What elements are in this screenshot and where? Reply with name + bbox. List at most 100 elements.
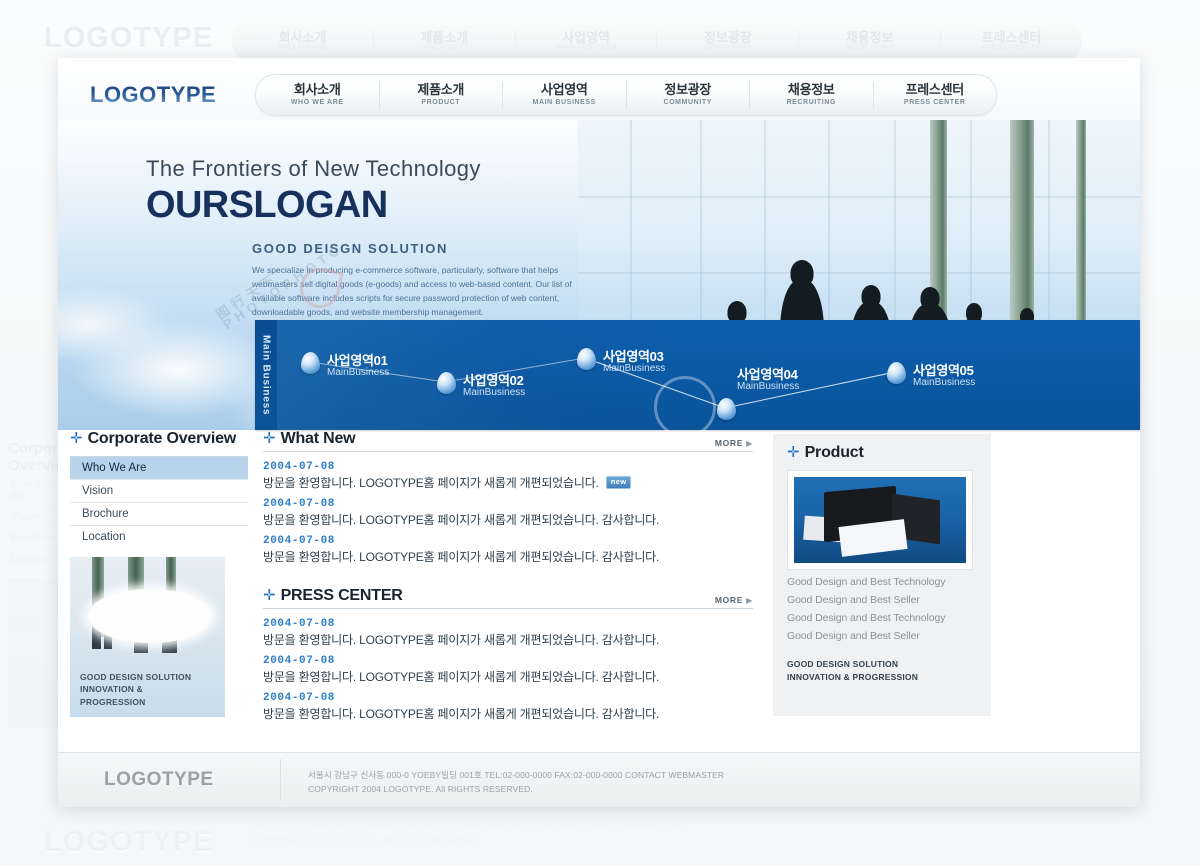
- watermark-footer: 서울시 강남구 신사동 000-0 YOEBY빌딩 001호 TEL:02-00…: [44, 820, 874, 856]
- item-line: 방문을 환영합니다. LOGOTYPE홈 페이지가 새롭게 개편되었습니다. 감…: [263, 631, 753, 648]
- nav-label-en: PRESS CENTER: [903, 99, 966, 107]
- business-node-label-en: MainBusiness: [463, 387, 526, 398]
- watermark-nav-kr: 프레스센터: [981, 29, 1042, 45]
- product-line[interactable]: Good Design and Best Seller: [787, 630, 977, 642]
- list-item[interactable]: 2004-07-08 방문을 환영합니다. LOGOTYPE홈 페이지가 새롭게…: [263, 655, 753, 685]
- product-line[interactable]: Good Design and Best Technology: [787, 612, 977, 624]
- watermark-nav-kr: 제품소개: [420, 29, 469, 45]
- product-panel: ✛ Product Good Design and Best Technolog…: [773, 434, 991, 716]
- list-item[interactable]: 2004-07-08 방문을 환영합니다. LOGOTYPE홈 페이지가 새롭게…: [263, 535, 753, 565]
- nav-label-en: WHO WE ARE: [290, 99, 344, 107]
- product-heading: ✛ Product: [787, 444, 977, 462]
- watermark-nav-item: 회사소개 WHO WE ARE: [232, 30, 374, 52]
- watermark-nav-en: MAIN BUSINESS: [555, 44, 617, 52]
- product-caption-line1: GOOD DESIGN SOLUTION: [787, 659, 899, 669]
- footer-address-line: 서울시 강남구 신사동 000-0 YOEBY빌딩 001호 TEL:02-00…: [308, 770, 725, 780]
- product-caption-line2: INNOVATION & PROGRESSION: [787, 671, 919, 682]
- press-center-title: PRESS CENTER: [280, 587, 403, 604]
- what-new-list: 2004-07-08 방문을 환영합니다. LOGOTYPE홈 페이지가 새롭게…: [263, 461, 753, 565]
- droplet-icon: [437, 372, 456, 394]
- corporate-overview-panel: ✛ Corporate Overview Who We Are Vision B…: [70, 430, 248, 717]
- nav-item-recruiting[interactable]: 채용정보 RECRUITING: [750, 81, 874, 109]
- corporate-overview-title: Corporate Overview: [87, 430, 237, 447]
- hero-description: We specialize in producing e-commerce so…: [252, 265, 572, 318]
- main-navigation: 회사소개 WHO WE ARE 제품소개 PRODUCT 사업영역 MAIN B…: [255, 74, 997, 116]
- droplet-icon: [717, 398, 736, 420]
- nav-label-kr: 사업영역: [540, 82, 588, 97]
- website-mockup-card: LOGOTYPE 회사소개 WHO WE ARE 제품소개 PRODUCT 사업…: [58, 58, 1140, 807]
- nav-item-product[interactable]: 제품소개 PRODUCT: [380, 81, 503, 109]
- main-business-label: Main Business: [255, 320, 277, 430]
- promo-caption-line3: PROGRESSION: [80, 696, 146, 707]
- watermark-nav-item: 정보광장 COMMUNITY: [657, 29, 800, 52]
- list-item[interactable]: 2004-07-08 방문을 환영합니다. LOGOTYPE홈 페이지가 새롭게…: [263, 498, 753, 528]
- press-center-heading: ✛ PRESS CENTER: [263, 587, 403, 605]
- nav-label-kr: 정보광장: [664, 82, 712, 97]
- nav-item-main-business[interactable]: 사업영역 MAIN BUSINESS: [503, 81, 627, 109]
- nav-item-who-we-are[interactable]: 회사소개 WHO WE ARE: [256, 81, 380, 109]
- plus-icon: ✛: [263, 430, 276, 447]
- promo-caption-line1: GOOD DESIGN SOLUTION: [80, 672, 192, 683]
- promo-caption: GOOD DESIGN SOLUTION INNOVATION & PROGRE…: [80, 671, 191, 708]
- chevron-right-icon: ▶: [746, 438, 753, 448]
- footer-logo: LOGOTYPE: [104, 769, 214, 790]
- product-image[interactable]: [787, 470, 973, 570]
- nav-item-community[interactable]: 정보광장 COMMUNITY: [627, 81, 750, 109]
- press-center-header: ✛ PRESS CENTER MORE ▶: [263, 587, 753, 609]
- item-date: 2004-07-08: [263, 655, 336, 667]
- corporate-overview-menu: Who We Are Vision Brochure Location: [70, 456, 248, 548]
- product-line[interactable]: Good Design and Best Technology: [787, 576, 977, 588]
- corporate-overview-heading: ✛ Corporate Overview: [70, 430, 248, 448]
- item-date: 2004-07-08: [263, 461, 336, 473]
- press-center-board: ✛ PRESS CENTER MORE ▶ 2004-07-08 방문을 환영합…: [263, 587, 753, 722]
- product-line[interactable]: Good Design and Best Seller: [787, 594, 977, 606]
- droplet-icon: [577, 348, 596, 370]
- watermark-nav-en: PRESS CENTER: [981, 44, 1042, 52]
- watermark-footer-divider: [200, 822, 201, 856]
- list-item[interactable]: 2004-07-08 방문을 환영합니다. LOGOTYPE홈 페이지가 새롭게…: [263, 692, 753, 722]
- press-center-list: 2004-07-08 방문을 환영합니다. LOGOTYPE홈 페이지가 새롭게…: [263, 618, 753, 722]
- press-center-more-link[interactable]: MORE ▶: [715, 595, 753, 605]
- product-title: Product: [804, 444, 864, 461]
- new-badge: new: [605, 476, 632, 489]
- droplet-icon: [887, 362, 906, 384]
- item-text: 방문을 환영합니다. LOGOTYPE홈 페이지가 새롭게 개편되었습니다. 감…: [263, 707, 660, 721]
- list-item[interactable]: 2004-07-08 방문을 환영합니다. LOGOTYPE홈 페이지가 새롭게…: [263, 618, 753, 648]
- item-text: 방문을 환영합니다. LOGOTYPE홈 페이지가 새롭게 개편되었습니다.: [263, 476, 599, 490]
- chevron-right-icon: ▶: [746, 595, 753, 605]
- sidebar-item-who-we-are[interactable]: Who We Are: [70, 457, 248, 480]
- more-label: MORE: [714, 438, 744, 448]
- item-text: 방문을 환영합니다. LOGOTYPE홈 페이지가 새롭게 개편되었습니다. 감…: [263, 633, 660, 647]
- item-line: 방문을 환영합니다. LOGOTYPE홈 페이지가 새롭게 개편되었습니다. 감…: [263, 511, 753, 528]
- plus-icon: ✛: [787, 444, 800, 461]
- item-line: 방문을 환영합니다. LOGOTYPE홈 페이지가 새롭게 개편되었습니다. n…: [263, 474, 753, 491]
- main-business-strip: Main Business 사업영역01 MainBusiness 사업영역02…: [255, 320, 1140, 430]
- sidebar-item-location[interactable]: Location: [70, 526, 248, 548]
- item-text: 방문을 환영합니다. LOGOTYPE홈 페이지가 새롭게 개편되었습니다. 감…: [263, 513, 660, 527]
- business-node-label-en: MainBusiness: [603, 363, 666, 374]
- list-item[interactable]: 2004-07-08 방문을 환영합니다. LOGOTYPE홈 페이지가 새롭게…: [263, 461, 753, 491]
- watermark-logo-top: LOGOTYPE: [44, 22, 214, 54]
- hero-slogan: OURSLOGAN: [146, 184, 388, 226]
- brand-logo[interactable]: LOGOTYPE: [90, 82, 216, 108]
- item-line: 방문을 환영합니다. LOGOTYPE홈 페이지가 새롭게 개편되었습니다. 감…: [263, 668, 753, 685]
- business-node-label-en: MainBusiness: [327, 367, 390, 378]
- nav-label-kr: 채용정보: [787, 82, 835, 97]
- site-header: LOGOTYPE 회사소개 WHO WE ARE 제품소개 PRODUCT 사업…: [58, 58, 1140, 120]
- sidebar-item-vision[interactable]: Vision: [70, 480, 248, 503]
- business-node-label-en: MainBusiness: [913, 377, 976, 388]
- corporate-promo-image[interactable]: GOOD DESIGN SOLUTION INNOVATION & PROGRE…: [70, 557, 225, 717]
- boards-column: ✛ What New MORE ▶ 2004-07-08 방문을 환영합니다. …: [263, 430, 753, 729]
- sidebar-item-brochure[interactable]: Brochure: [70, 503, 248, 526]
- what-new-more-link[interactable]: MORE ▶: [715, 438, 753, 448]
- nav-label-kr: 회사소개: [293, 82, 341, 97]
- watermark-nav-item: 사업영역 MAIN BUSINESS: [516, 30, 658, 52]
- nav-label-en: PRODUCT: [421, 99, 461, 107]
- hero-tagline: The Frontiers of New Technology: [146, 156, 481, 181]
- watermark-nav-kr: 정보광장: [703, 29, 752, 45]
- product-caption: GOOD DESIGN SOLUTION INNOVATION & PROGRE…: [787, 658, 977, 684]
- nav-item-press-center[interactable]: 프레스센터 PRESS CENTER: [874, 81, 997, 109]
- droplet-icon: [301, 352, 320, 374]
- watermark-nav-en: COMMUNITY: [704, 44, 752, 52]
- footer-copyright-line: COPYRIGHT 2004 LOGOTYPE. All RIGHTS RESE…: [308, 784, 533, 795]
